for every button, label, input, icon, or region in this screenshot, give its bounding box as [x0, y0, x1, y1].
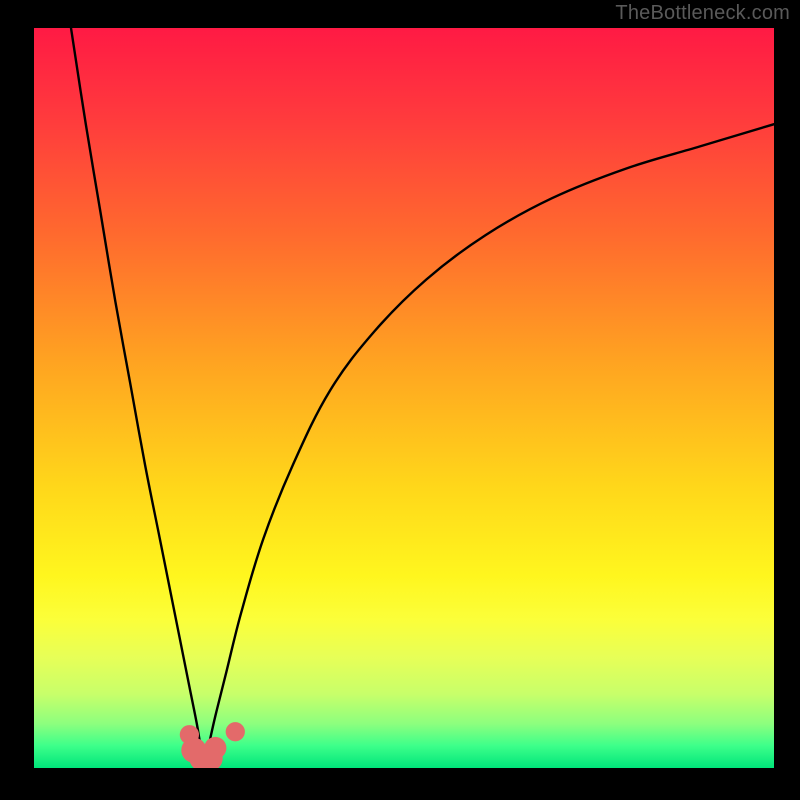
outer-frame: TheBottleneck.com — [0, 0, 800, 800]
curve-right-branch — [204, 124, 774, 764]
plot-area — [34, 28, 774, 768]
watermark-text: TheBottleneck.com — [615, 2, 790, 25]
curve-layer — [34, 28, 774, 768]
marker-l-bottom-5 — [204, 737, 226, 759]
marker-r-dot — [226, 722, 245, 741]
curve-left-branch — [71, 28, 204, 764]
